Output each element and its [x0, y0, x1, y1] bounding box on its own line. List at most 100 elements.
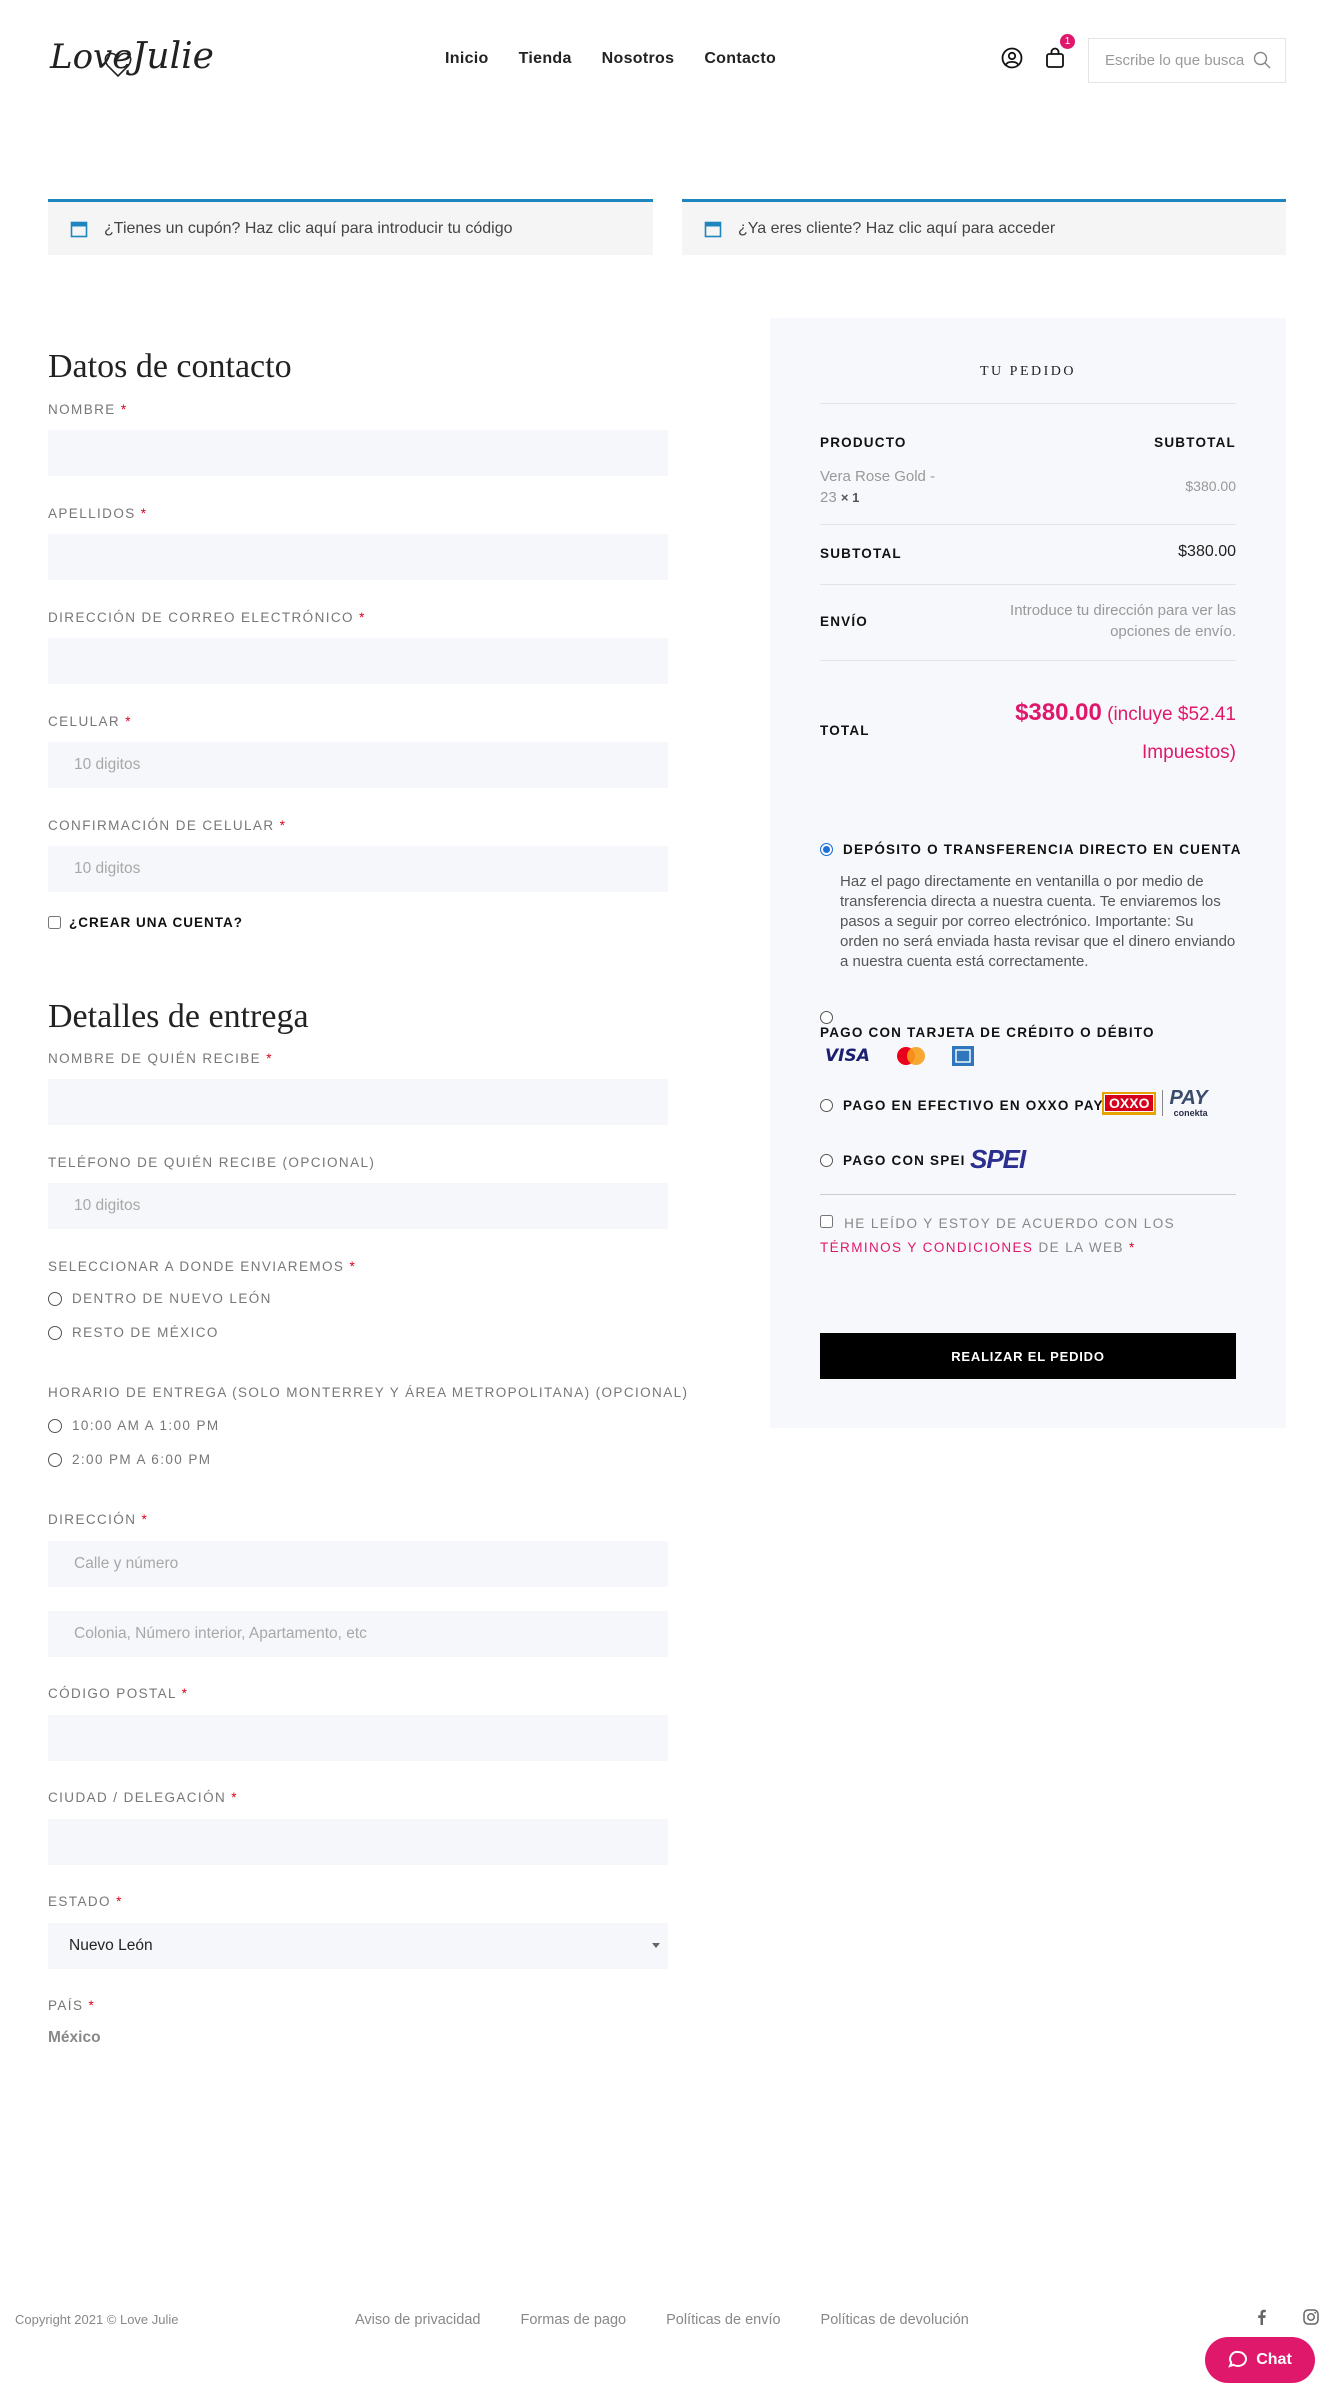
apellidos-label: APELLIDOS *: [48, 506, 148, 521]
radio-circle[interactable]: [48, 1325, 62, 1340]
radio-selected[interactable]: [820, 843, 833, 856]
search-input[interactable]: [1089, 39, 1249, 82]
zip-field[interactable]: [48, 1715, 668, 1761]
create-account-checkbox[interactable]: ¿CREAR UNA CUENTA?: [48, 915, 243, 930]
state-select[interactable]: Nuevo León: [48, 1923, 668, 1969]
spei-logo: SPEI: [970, 1144, 1026, 1174]
pay-transfer-description: Haz el pago directamente en ventanilla o…: [840, 873, 1236, 970]
col-product-header: PRODUCTO: [820, 435, 907, 450]
cart-count-badge: 1: [1060, 34, 1075, 49]
celular-field[interactable]: [48, 742, 668, 788]
order-item-price: $380.00: [1185, 478, 1236, 494]
pay-option-spei[interactable]: PAGO CON SPEI: [820, 1153, 966, 1168]
confirm-celular-field[interactable]: [48, 846, 668, 892]
shipping-label: ENVÍO: [820, 614, 869, 629]
subtotal-value: $380.00: [1178, 543, 1236, 560]
calendar-icon: [704, 221, 722, 237]
calendar-icon: [70, 221, 88, 237]
coupon-notice-text: ¿Tienes un cupón? Haz clic aquí para int…: [104, 219, 513, 237]
cart-icon[interactable]: [1043, 46, 1067, 70]
city-field[interactable]: [48, 1819, 668, 1865]
terms-checkbox[interactable]: HE LEÍDO Y ESTOY DE ACUERDO CON LOS TÉRM…: [820, 1212, 1236, 1260]
love-julie-logo[interactable]: Love Julie: [48, 22, 213, 92]
mastercard-icon: [896, 1047, 925, 1065]
schedule-option-afternoon[interactable]: 2:00 PM A 6:00 PM: [48, 1452, 211, 1467]
footer-link-returns[interactable]: Políticas de devolución: [821, 2312, 969, 2328]
contact-section-title: Datos de contacto: [48, 348, 292, 385]
city-label: CIUDAD / DELEGACIÓN *: [48, 1790, 238, 1805]
radio-circle[interactable]: [820, 1154, 833, 1167]
login-notice-text: ¿Ya eres cliente? Haz clic aquí para acc…: [738, 219, 1056, 237]
terms-input[interactable]: [820, 1215, 833, 1228]
shipping-value: Introduce tu dirección para ver las opci…: [1010, 602, 1236, 640]
place-order-button[interactable]: REALIZAR EL PEDIDO: [820, 1333, 1236, 1379]
zone-label: SELECCIONAR A DONDE ENVIAREMOS *: [48, 1259, 357, 1274]
chat-button[interactable]: Chat: [1205, 2337, 1315, 2383]
receiver-phone-field[interactable]: [48, 1183, 668, 1229]
terms-link[interactable]: TÉRMINOS Y CONDICIONES: [820, 1240, 1033, 1255]
footer-link-shipping[interactable]: Políticas de envío: [666, 2312, 780, 2328]
nombre-field[interactable]: [48, 430, 668, 476]
receiver-phone-label: TELÉFONO DE QUIÉN RECIBE (OPCIONAL): [48, 1155, 376, 1170]
visa-icon: VISA: [825, 1046, 870, 1066]
order-summary-panel: TU PEDIDO PRODUCTO SUBTOTAL Vera Rose Go…: [770, 318, 1286, 1428]
footer-link-payment[interactable]: Formas de pago: [520, 2312, 626, 2328]
country-label: PAÍS *: [48, 1998, 96, 2013]
svg-text:Julie: Julie: [125, 36, 213, 77]
nav-nosotros[interactable]: Nosotros: [602, 50, 675, 68]
account-icon[interactable]: [1000, 46, 1024, 70]
site-header: Love Julie Inicio Tienda Nosotros Contac…: [0, 0, 1333, 120]
radio-circle[interactable]: [48, 1452, 62, 1467]
facebook-icon[interactable]: [1253, 2308, 1271, 2326]
order-item-name: Vera Rose Gold - 23 × 1: [820, 468, 936, 506]
chat-bubble-icon: [1228, 2350, 1248, 2368]
nav-tienda[interactable]: Tienda: [519, 50, 572, 68]
search-icon[interactable]: [1253, 51, 1271, 69]
svg-text:Love: Love: [49, 37, 132, 77]
zone-option-resto-mexico[interactable]: RESTO DE MÉXICO: [48, 1325, 219, 1340]
footer-link-privacy[interactable]: Aviso de privacidad: [355, 2312, 480, 2328]
footer-links: Aviso de privacidad Formas de pago Polít…: [355, 2312, 969, 2328]
delivery-section-title: Detalles de entrega: [48, 998, 309, 1035]
radio-circle[interactable]: [820, 1099, 833, 1112]
radio-circle[interactable]: [48, 1291, 62, 1306]
login-notice[interactable]: ¿Ya eres cliente? Haz clic aquí para acc…: [682, 199, 1286, 255]
schedule-label: HORARIO DE ENTREGA (SOLO MONTERREY Y ÁRE…: [48, 1385, 689, 1400]
pay-option-card[interactable]: PAGO CON TARJETA DE CRÉDITO O DÉBITO: [820, 1025, 1155, 1040]
zone-option-nuevo-leon[interactable]: DENTRO DE NUEVO LEÓN: [48, 1291, 272, 1306]
address-line1-field[interactable]: [48, 1541, 668, 1587]
apellidos-field[interactable]: [48, 534, 668, 580]
divider: [820, 524, 1236, 525]
state-label: ESTADO *: [48, 1894, 123, 1909]
address-line2-field[interactable]: [48, 1611, 668, 1657]
receiver-name-field[interactable]: [48, 1079, 668, 1125]
nav-inicio[interactable]: Inicio: [445, 50, 489, 68]
divider: [820, 403, 1236, 404]
total-label: TOTAL: [820, 723, 870, 738]
email-field[interactable]: [48, 638, 668, 684]
col-subtotal-header: SUBTOTAL: [1154, 435, 1236, 450]
divider: [820, 584, 1236, 585]
instagram-icon[interactable]: [1302, 2308, 1320, 2326]
zip-label: CÓDIGO POSTAL *: [48, 1686, 189, 1701]
schedule-option-morning[interactable]: 10:00 AM A 1:00 PM: [48, 1418, 220, 1433]
subtotal-label: SUBTOTAL: [820, 546, 902, 561]
radio-circle[interactable]: [48, 1418, 62, 1433]
nombre-label: NOMBRE *: [48, 402, 128, 417]
country-value: México: [48, 2029, 101, 2046]
celular-label: CELULAR *: [48, 714, 132, 729]
card-logos: VISA: [825, 1046, 974, 1066]
coupon-notice[interactable]: ¿Tienes un cupón? Haz clic aquí para int…: [48, 199, 653, 255]
oxxo-pay-logo: OXXO PAY conekta: [1102, 1088, 1208, 1118]
nav-contacto[interactable]: Contacto: [704, 50, 776, 68]
pay-option-oxxo[interactable]: PAGO EN EFECTIVO EN OXXO PAY: [820, 1098, 1104, 1113]
divider: [820, 1194, 1236, 1195]
receiver-name-label: NOMBRE DE QUIÉN RECIBE *: [48, 1051, 273, 1066]
total-value: $380.00 (incluye $52.41 Impuestos): [1015, 699, 1236, 763]
copyright: Copyright 2021 © Love Julie: [15, 2312, 179, 2327]
pay-option-transfer[interactable]: DEPÓSITO O TRANSFERENCIA DIRECTO EN CUEN…: [820, 842, 1242, 857]
search-box: [1088, 38, 1286, 83]
chevron-down-icon: [652, 1943, 660, 1948]
amex-icon: [951, 1046, 974, 1066]
create-account-input[interactable]: [48, 916, 61, 929]
